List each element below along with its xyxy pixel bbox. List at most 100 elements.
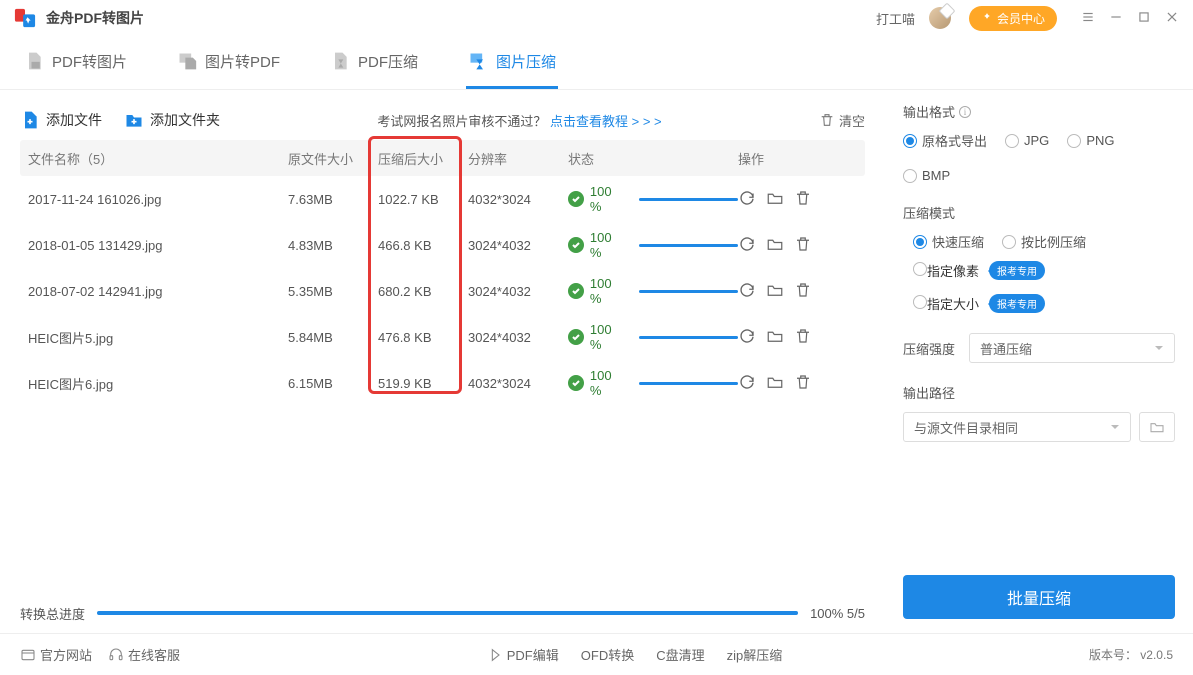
mode-fast[interactable]: 快速压缩 <box>913 232 984 251</box>
app-title: 金舟PDF转图片 <box>46 8 144 28</box>
open-folder-icon[interactable] <box>766 235 784 256</box>
check-icon <box>568 237 584 253</box>
table-row: 2017-11-24 161026.jpg7.63MB1022.7 KB4032… <box>20 176 865 222</box>
cell-status: 100 % <box>568 276 738 306</box>
cell-ops <box>738 327 865 348</box>
add-folder-label: 添加文件夹 <box>150 110 220 130</box>
path-select[interactable]: 与源文件目录相同 <box>903 412 1131 442</box>
footer-link-ofd[interactable]: OFD转换 <box>581 645 634 664</box>
open-folder-icon[interactable] <box>766 373 784 394</box>
col-name: 文件名称（5） <box>28 149 288 168</box>
user-name[interactable]: 打工喵 <box>876 9 915 28</box>
cell-res: 4032*3024 <box>468 192 568 207</box>
notice-link[interactable]: 点击查看教程 > > > <box>550 114 662 129</box>
retry-icon[interactable] <box>738 327 756 348</box>
batch-compress-button[interactable]: 批量压缩 <box>903 575 1175 619</box>
strength-select[interactable]: 普通压缩 <box>969 333 1175 363</box>
cell-orig: 6.15MB <box>288 376 378 391</box>
col-orig: 原文件大小 <box>288 149 378 168</box>
cell-status: 100 % <box>568 368 738 398</box>
open-folder-icon[interactable] <box>766 327 784 348</box>
official-site-link[interactable]: 官方网站 <box>20 645 92 664</box>
check-icon <box>568 329 584 345</box>
add-folder-button[interactable]: 添加文件夹 <box>124 110 220 130</box>
cell-orig: 7.63MB <box>288 192 378 207</box>
footer: 官方网站 在线客服 PDF编辑 OFD转换 C盘清理 zip解压缩 版本号： v… <box>0 633 1193 675</box>
user-avatar[interactable] <box>929 7 951 29</box>
progress-value: 100% 5/5 <box>810 606 865 621</box>
cell-ops <box>738 281 865 302</box>
info-icon[interactable]: i <box>959 106 971 118</box>
col-status: 状态 <box>568 149 738 168</box>
retry-icon[interactable] <box>738 373 756 394</box>
settings-panel: 输出格式i 原格式导出 JPG PNG BMP 压缩模式 快速压缩 按比例压缩 … <box>885 90 1193 633</box>
check-icon <box>568 375 584 391</box>
open-folder-icon[interactable] <box>766 281 784 302</box>
mode-pixel[interactable]: 指定像素 <box>913 261 979 280</box>
cell-res: 3024*4032 <box>468 238 568 253</box>
delete-icon[interactable] <box>794 281 812 302</box>
titlebar: 金舟PDF转图片 打工喵 会员中心 <box>0 0 1193 36</box>
main-tabs: PDF转图片 图片转PDF PDF压缩 图片压缩 <box>0 36 1193 90</box>
tab-pdf-to-img[interactable]: PDF转图片 <box>22 37 129 89</box>
notice-text: 考试网报名照片审核不通过？ 点击查看教程 > > > <box>377 111 661 130</box>
table-row: 2018-01-05 131429.jpg4.83MB466.8 KB3024*… <box>20 222 865 268</box>
add-file-button[interactable]: 添加文件 <box>20 110 102 130</box>
cell-orig: 5.84MB <box>288 330 378 345</box>
table-row: HEIC图片6.jpg6.15MB519.9 KB4032*3024100 % <box>20 360 865 406</box>
delete-icon[interactable] <box>794 235 812 256</box>
cell-name: HEIC图片5.jpg <box>28 328 288 347</box>
progress-label: 转换总进度 <box>20 604 85 623</box>
cell-res: 3024*4032 <box>468 330 568 345</box>
retry-icon[interactable] <box>738 189 756 210</box>
delete-icon[interactable] <box>794 373 812 394</box>
table-row: HEIC图片5.jpg5.84MB476.8 KB3024*4032100 % <box>20 314 865 360</box>
cell-ops <box>738 235 865 256</box>
footer-link-pdf-edit[interactable]: PDF编辑 <box>487 645 559 664</box>
cell-status: 100 % <box>568 184 738 214</box>
maximize-icon[interactable] <box>1137 10 1151 27</box>
menu-icon[interactable] <box>1081 10 1095 27</box>
footer-link-zip[interactable]: zip解压缩 <box>727 645 783 664</box>
cell-name: HEIC图片6.jpg <box>28 374 288 393</box>
cell-res: 4032*3024 <box>468 376 568 391</box>
open-folder-button[interactable] <box>1139 412 1175 442</box>
format-jpg[interactable]: JPG <box>1005 133 1049 148</box>
tab-img-to-pdf[interactable]: 图片转PDF <box>175 37 282 89</box>
cell-comp: 466.8 KB <box>378 238 468 253</box>
retry-icon[interactable] <box>738 235 756 256</box>
add-file-label: 添加文件 <box>46 110 102 130</box>
table-row: 2018-07-02 142941.jpg5.35MB680.2 KB3024*… <box>20 268 865 314</box>
exam-badge: 报考专用 <box>989 261 1045 280</box>
mode-size[interactable]: 指定大小 <box>913 294 979 313</box>
close-icon[interactable] <box>1165 10 1179 27</box>
progress-bar <box>97 611 798 615</box>
mode-ratio[interactable]: 按比例压缩 <box>1002 232 1086 251</box>
cell-ops <box>738 189 865 210</box>
path-title: 输出路径 <box>903 383 1175 402</box>
app-logo-icon <box>14 7 36 29</box>
support-link[interactable]: 在线客服 <box>108 645 180 664</box>
clear-label: 清空 <box>839 111 865 130</box>
delete-icon[interactable] <box>794 327 812 348</box>
tab-label: 图片压缩 <box>496 51 556 72</box>
format-bmp[interactable]: BMP <box>903 168 950 183</box>
delete-icon[interactable] <box>794 189 812 210</box>
tab-img-compress[interactable]: 图片压缩 <box>466 37 558 89</box>
open-folder-icon[interactable] <box>766 189 784 210</box>
cell-status: 100 % <box>568 322 738 352</box>
retry-icon[interactable] <box>738 281 756 302</box>
minimize-icon[interactable] <box>1109 10 1123 27</box>
cell-status: 100 % <box>568 230 738 260</box>
cell-name: 2018-07-02 142941.jpg <box>28 284 288 299</box>
format-png[interactable]: PNG <box>1067 133 1114 148</box>
tab-pdf-compress[interactable]: PDF压缩 <box>328 37 420 89</box>
cell-comp: 519.9 KB <box>378 376 468 391</box>
format-title: 输出格式 <box>903 102 955 121</box>
footer-link-cdisk[interactable]: C盘清理 <box>656 645 704 664</box>
vip-button[interactable]: 会员中心 <box>969 6 1057 31</box>
tab-label: PDF转图片 <box>52 51 127 72</box>
format-original[interactable]: 原格式导出 <box>903 131 987 150</box>
cell-comp: 1022.7 KB <box>378 192 468 207</box>
clear-button[interactable]: 清空 <box>819 111 865 130</box>
